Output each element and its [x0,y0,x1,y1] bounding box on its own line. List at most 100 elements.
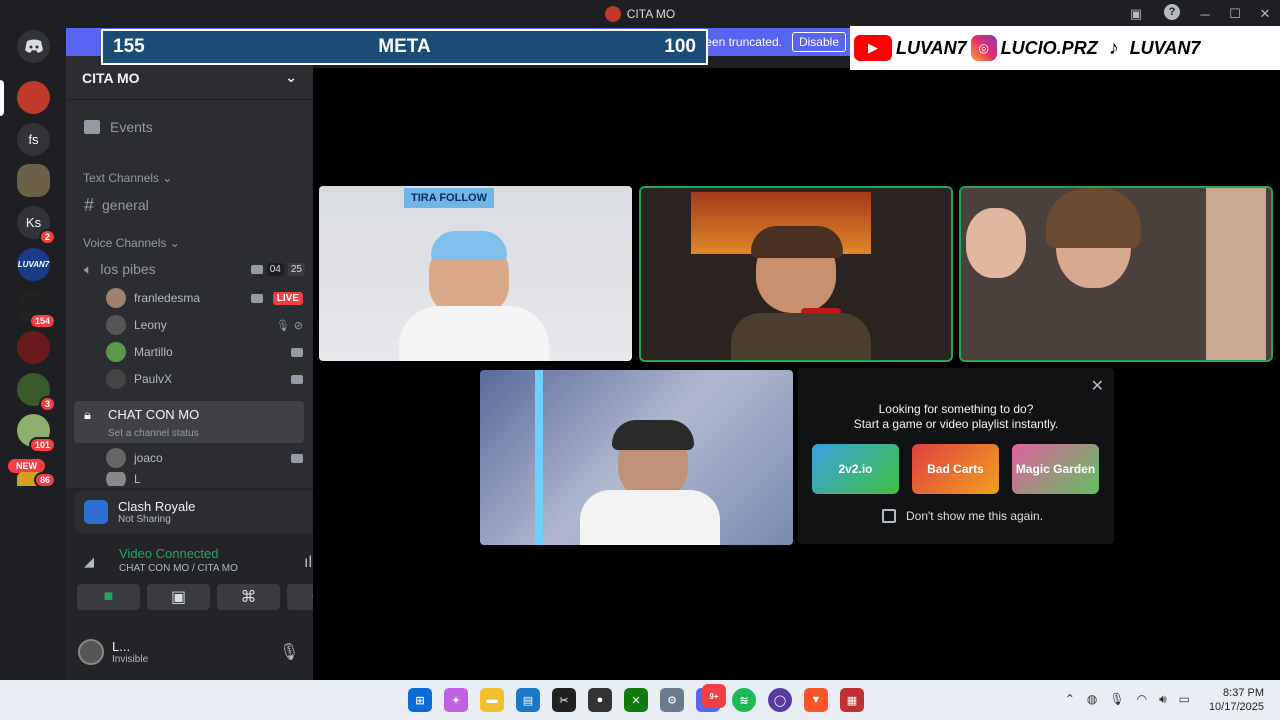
inbox-icon[interactable]: ▣ [1126,4,1146,24]
game-bad-carts[interactable]: Bad Carts [912,444,999,494]
mic-muted-icon: 🎙︎ [275,319,290,332]
video-tile[interactable]: TIRA FOLLOW [319,186,632,361]
server-item[interactable] [17,164,50,197]
shirt [399,306,549,361]
disable-button[interactable]: Disable [791,32,846,52]
close-icon[interactable]: ✕ [1091,376,1104,396]
server-item[interactable]: 86 [17,472,56,488]
channel-general[interactable]: # general [74,194,305,216]
server-item[interactable] [17,331,50,364]
user-limit: 25 [287,262,305,276]
video-tile[interactable] [639,186,953,362]
events-label: Events [110,119,153,135]
store-icon[interactable]: ▤ [516,688,540,712]
game-magic-garden[interactable]: Magic Garden [1012,444,1099,494]
avatar [106,472,126,486]
battery-icon[interactable]: ▭ [1179,692,1190,707]
user-name: franledesma [134,291,201,305]
spotify-icon[interactable]: ≋ [732,688,756,712]
server-luvan7[interactable]: LUVAN7 [17,248,50,281]
server-item[interactable]: 101 [17,414,56,453]
server-item[interactable]: 154 [17,290,56,329]
led-light [535,370,543,545]
voice-channel-chat-con-mo[interactable]: 🔒︎ CHAT CON MO Set a channel status [74,401,304,443]
video-icon [250,264,263,274]
voice-channel-label: CHAT CON MO [108,407,200,422]
clock[interactable]: 8:37 PM 10/17/2025 [1209,686,1264,714]
tiktok-icon: ♪ [1108,36,1119,59]
video-grid: TIRA FOLLOW ✕ Looking for something to d… [313,68,1280,680]
instagram-icon: ◎ [970,35,997,61]
checkbox[interactable] [882,509,896,523]
voice-user[interactable]: Leony 🎙︎ ⊘ [106,314,303,336]
events-item[interactable]: Events [74,116,305,138]
voice-user[interactable]: L [106,472,303,486]
minimize-button[interactable]: ─ [1190,0,1220,28]
brave-icon[interactable]: ▼ [804,688,828,712]
notification-badge: 101 [28,437,56,453]
start-icon[interactable]: ⊞ [408,688,432,712]
gamepad-icon: ⌘ [240,589,257,606]
hair [751,226,843,258]
voice-channel-los-pibes[interactable]: 🔈︎ los pibes 04 25 [74,258,305,280]
settings-icon[interactable]: ⚙ [660,688,684,712]
chevron-up-icon[interactable]: ⌃ [1065,692,1075,707]
server-item[interactable]: 3 [17,373,56,412]
share-screen-button[interactable]: ▣ [147,584,210,610]
chevron-down-icon: ⌄ [285,69,297,85]
text-channels-category[interactable]: Text Channels ⌄ [83,171,172,185]
camera-button[interactable]: ■ [77,584,140,610]
app-icon[interactable]: ◯ [768,688,792,712]
active-server-pill [0,80,4,116]
shirt [580,490,720,545]
user-name: Leony [134,318,167,332]
notice-text: been truncated. [698,35,782,49]
app-icon[interactable]: ▦ [840,688,864,712]
voice-user[interactable]: franledesma LIVE [106,287,303,309]
avatar [106,288,126,308]
volume-icon[interactable]: 🔊︎ [1159,692,1167,707]
person [966,208,1026,278]
meta-right-value: 100 [664,36,696,57]
voice-user[interactable]: Martillo [106,341,303,363]
avatar [78,639,104,665]
dont-show-again[interactable]: Don't show me this again. [882,509,1043,523]
server-fs[interactable]: fs [17,123,50,156]
microphone-icon[interactable]: 🎙︎ [279,642,299,662]
video-tile[interactable] [959,186,1273,362]
notification-badge: 3 [38,396,56,412]
wifi-icon[interactable]: ◠ [1137,692,1147,707]
voice-user[interactable]: PaulvX [106,368,303,390]
server-list: fs Ks 2 LUVAN7 154 3 101 NEW 86 [0,28,66,680]
microphone-icon[interactable]: 🎙︎ [1109,692,1124,707]
taskbar: ⊞ ✦ ▬ ▤ ✂ ● ✕ ⚙ ◉9+ ≋ ◯ ▼ ▦ ⌃ ◍ 🎙︎ ◠ 🔊︎ … [0,680,1280,720]
avatar [106,315,126,335]
copilot-icon[interactable]: ✦ [444,688,468,712]
discord-icon[interactable]: ◉9+ [696,684,726,712]
game-2v2io[interactable]: 2v2.io [812,444,899,494]
xbox-icon[interactable]: ✕ [624,688,648,712]
tray-app-icon[interactable]: ◍ [1087,692,1097,707]
activity-status: Not Sharing [118,514,171,525]
file-explorer-icon[interactable]: ▬ [480,688,504,712]
video-tile[interactable] [480,370,793,545]
video-icon [250,293,263,303]
voice-channels-category[interactable]: Voice Channels ⌄ [83,236,180,250]
instagram-handle: LUCIO.PRZ [1000,37,1098,58]
deafened-icon: ⊘ [293,319,303,332]
discord-home-icon[interactable] [17,30,50,63]
help-icon[interactable]: ? [1164,4,1180,20]
avatar [106,369,126,389]
user-name: L [134,472,141,486]
voice-user[interactable]: joaco [106,447,303,469]
hair [612,420,694,450]
close-button[interactable]: ✕ [1250,0,1280,28]
server-cita-mo[interactable] [17,81,50,114]
capcut-icon[interactable]: ✂ [552,688,576,712]
server-ks[interactable]: Ks 2 [17,206,56,245]
maximize-button[interactable]: ☐ [1220,0,1250,28]
new-badge: NEW [8,459,45,473]
obs-icon[interactable]: ● [588,688,612,712]
activities-button[interactable]: ⌘ [217,584,280,610]
channel-status[interactable]: Set a channel status [108,428,199,439]
